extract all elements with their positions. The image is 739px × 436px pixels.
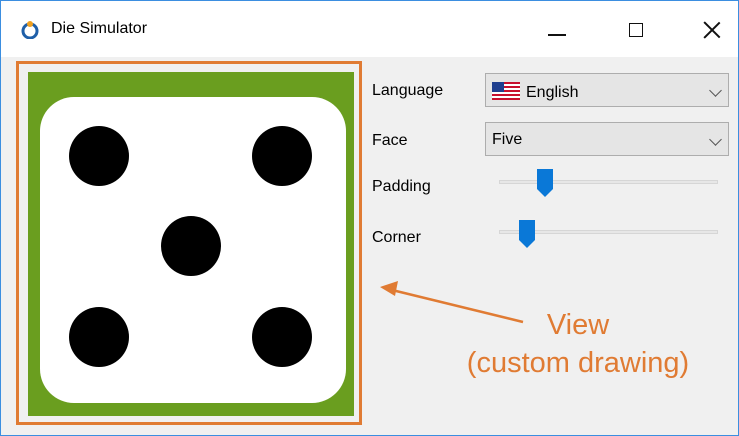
corner-label: Corner: [372, 229, 421, 246]
padding-slider-track[interactable]: [499, 180, 718, 184]
padding-slider-thumb[interactable]: [536, 168, 554, 198]
language-value: English: [526, 84, 579, 101]
view-highlight-outline: [16, 61, 362, 425]
window-title: Die Simulator: [51, 20, 148, 37]
maximize-icon: [629, 23, 643, 37]
annotation-line-2: (custom drawing): [466, 347, 690, 379]
face-label: Face: [372, 132, 408, 149]
padding-label: Padding: [372, 178, 431, 195]
minimize-icon: [548, 34, 566, 36]
us-flag-icon: [492, 82, 520, 100]
maximize-button[interactable]: [613, 13, 659, 47]
title-bar[interactable]: Die Simulator: [1, 1, 738, 57]
language-label: Language: [372, 82, 444, 99]
close-icon: [703, 21, 721, 39]
annotation-line-1: View: [546, 309, 610, 341]
language-dropdown[interactable]: English: [485, 73, 729, 107]
face-dropdown[interactable]: Five: [485, 122, 729, 156]
close-button[interactable]: [689, 13, 735, 47]
minimize-button[interactable]: [534, 13, 580, 47]
corner-slider-thumb[interactable]: [518, 219, 536, 249]
face-value: Five: [492, 131, 523, 148]
chevron-down-icon: [709, 84, 722, 97]
die-app-icon: [21, 21, 39, 40]
chevron-down-icon: [709, 133, 722, 146]
view-annotation: View (custom drawing): [453, 306, 703, 382]
